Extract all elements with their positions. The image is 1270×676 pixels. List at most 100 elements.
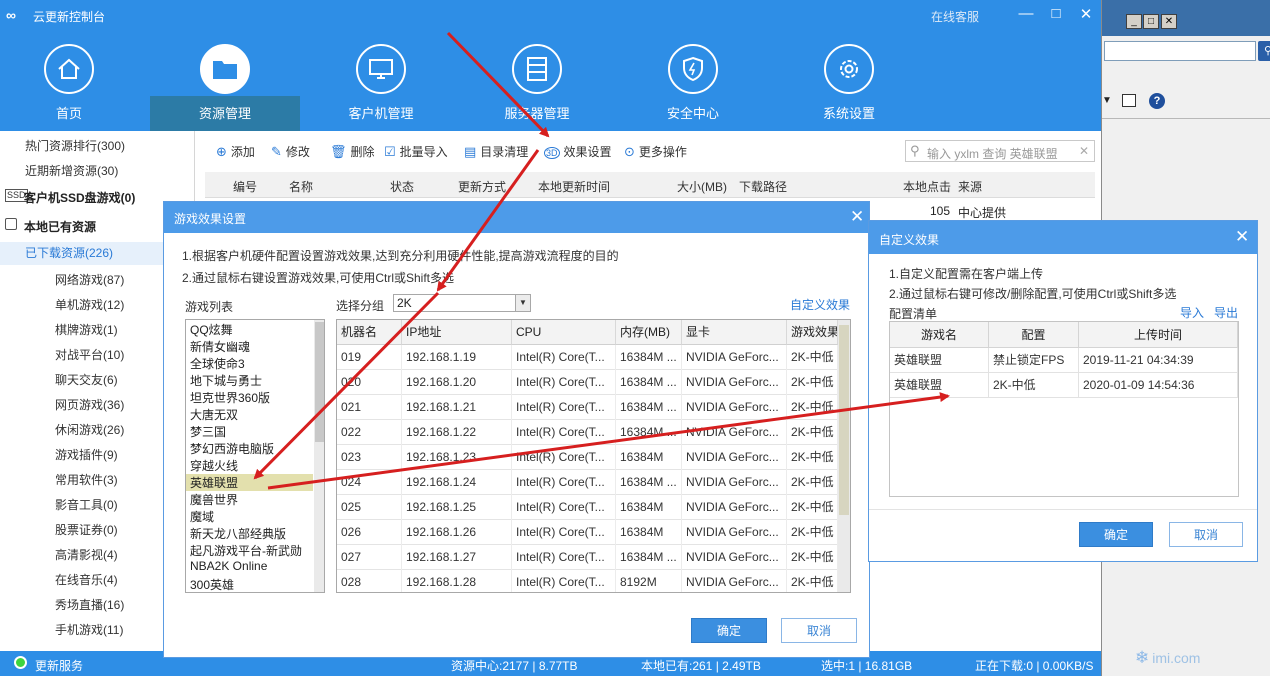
- table-row[interactable]: 026 192.168.1.26 Intel(R) Core(T... 16384M N…: [337, 520, 838, 545]
- sidebar-item-chat[interactable]: 聊天交友(6): [55, 371, 118, 388]
- sidebar-item-ssd[interactable]: 客户机SSD盘游戏(0): [24, 189, 135, 206]
- list-item[interactable]: 新天龙八部经典版: [190, 525, 286, 542]
- bg-window-icon[interactable]: [1122, 94, 1136, 107]
- maximize-button[interactable]: □: [1046, 5, 1066, 22]
- sidebar-item-software[interactable]: 常用软件(3): [55, 471, 118, 488]
- sidebar-item-media[interactable]: 影音工具(0): [55, 496, 118, 513]
- col-config[interactable]: 配置: [989, 322, 1079, 348]
- col-game-name[interactable]: 游戏名: [890, 322, 989, 348]
- list-item[interactable]: 300英雄: [190, 576, 234, 592]
- list-item[interactable]: 地下城与勇士: [190, 372, 262, 389]
- bg-address-input[interactable]: [1104, 41, 1256, 61]
- col-gpu[interactable]: 显卡: [682, 320, 787, 345]
- list-item[interactable]: 穿越火线: [190, 457, 238, 474]
- table-row[interactable]: 023 192.168.1.23 Intel(R) Core(T... 16384M N…: [337, 445, 838, 470]
- dialog2-cancel-button[interactable]: 取消: [1169, 522, 1243, 547]
- sidebar-item-chess[interactable]: 棋牌游戏(1): [55, 321, 118, 338]
- col-cpu[interactable]: CPU: [512, 320, 616, 345]
- sidebar-item-live[interactable]: 秀场直播(16): [55, 596, 124, 613]
- nav-resource[interactable]: 资源管理: [165, 44, 285, 122]
- close-button[interactable]: ✕: [1076, 5, 1096, 23]
- game-list-scrollbar[interactable]: [314, 320, 324, 592]
- sidebar-item-hot[interactable]: 热门资源排行(300): [25, 137, 125, 154]
- nav-client[interactable]: 客户机管理: [321, 44, 441, 122]
- delete-button[interactable]: 🗑 删除: [330, 143, 375, 160]
- sidebar-item-battle[interactable]: 对战平台(10): [55, 346, 124, 363]
- help-icon[interactable]: ?: [1149, 93, 1165, 109]
- machine-table-scrollbar[interactable]: [838, 320, 850, 592]
- table-row[interactable]: 027 192.168.1.27 Intel(R) Core(T... 16384M …: [337, 545, 838, 570]
- scrollbar-thumb[interactable]: [315, 322, 324, 442]
- sidebar-item-music[interactable]: 在线音乐(4): [55, 571, 118, 588]
- table-row[interactable]: 024 192.168.1.24 Intel(R) Core(T... 16384M …: [337, 470, 838, 495]
- sidebar-item-web-games[interactable]: 网页游戏(36): [55, 396, 124, 413]
- sidebar-item-hd-video[interactable]: 高清影视(4): [55, 546, 118, 563]
- dialog2-ok-button[interactable]: 确定: [1079, 522, 1153, 547]
- sidebar-item-casual[interactable]: 休闲游戏(26): [55, 421, 124, 438]
- sidebar-item-recent[interactable]: 近期新增资源(30): [25, 162, 118, 179]
- batch-import-button[interactable]: ☑ 批量导入: [384, 143, 448, 160]
- bg-minimize-button[interactable]: _: [1126, 14, 1142, 29]
- sidebar-item-plugins[interactable]: 游戏插件(9): [55, 446, 118, 463]
- scrollbar-thumb[interactable]: [839, 325, 849, 515]
- list-item[interactable]: 魔域: [190, 508, 214, 525]
- col-local-update-time[interactable]: 本地更新时间: [538, 178, 610, 195]
- bg-dropdown-icon[interactable]: ▼: [1102, 95, 1112, 106]
- list-item[interactable]: 坦克世界360版: [190, 389, 270, 406]
- ok-button[interactable]: 确定: [691, 618, 767, 643]
- list-item[interactable]: 大唐无双: [190, 406, 238, 423]
- search-input[interactable]: ⚲ 输入 yxlm 查询 英雄联盟 ✕: [905, 140, 1095, 162]
- edit-button[interactable]: ✎ 修改: [271, 143, 310, 160]
- bg-search-icon[interactable]: ⚲: [1258, 41, 1270, 61]
- nav-home[interactable]: 首页: [9, 44, 129, 122]
- bg-close-button[interactable]: ✕: [1161, 14, 1177, 29]
- list-item[interactable]: 新倩女幽魂: [190, 338, 250, 355]
- col-name[interactable]: 名称: [289, 178, 313, 195]
- table-row[interactable]: 022 192.168.1.22 Intel(R) Core(T... 16384M …: [337, 420, 838, 445]
- list-item[interactable]: QQ炫舞: [190, 321, 233, 338]
- col-upload-time[interactable]: 上传时间: [1079, 322, 1238, 348]
- more-actions-button[interactable]: ⊙ 更多操作: [624, 143, 687, 160]
- sidebar-item-online-games[interactable]: 网络游戏(87): [55, 271, 124, 288]
- col-status[interactable]: 状态: [390, 178, 414, 195]
- nav-security[interactable]: 安全中心: [633, 44, 753, 122]
- sidebar-item-local[interactable]: 本地已有资源: [24, 218, 96, 235]
- table-row[interactable]: 020 192.168.1.20 Intel(R) Core(T... 16384M …: [337, 370, 838, 395]
- col-memory[interactable]: 内存(MB): [616, 320, 682, 345]
- update-service-label[interactable]: 更新服务: [35, 657, 83, 674]
- col-id[interactable]: 编号: [233, 178, 257, 195]
- online-service-link[interactable]: 在线客服: [931, 8, 979, 25]
- list-item[interactable]: 魔兽世界: [190, 491, 238, 508]
- dialog2-close-icon[interactable]: ✕: [1235, 227, 1249, 247]
- sidebar-item-stocks[interactable]: 股票证券(0): [55, 521, 118, 538]
- nav-settings[interactable]: 系统设置: [789, 44, 909, 122]
- table-row[interactable]: 英雄联盟 禁止锁定FPS 2019-11-21 04:34:39: [890, 348, 1238, 373]
- sidebar-item-mobile[interactable]: 手机游戏(11): [55, 621, 123, 638]
- cancel-button[interactable]: 取消: [781, 618, 857, 643]
- col-clicks[interactable]: 本地点击: [903, 178, 951, 195]
- search-clear-icon[interactable]: ✕: [1079, 144, 1089, 158]
- table-row[interactable]: 英雄联盟 2K-中低 2020-01-09 14:54:36: [890, 373, 1238, 398]
- group-select[interactable]: 2K ▼: [393, 294, 531, 312]
- sidebar-item-single-games[interactable]: 单机游戏(12): [55, 296, 124, 313]
- list-item[interactable]: NBA2K Online: [190, 559, 267, 573]
- col-ip[interactable]: IP地址: [402, 320, 512, 345]
- table-row[interactable]: 019 192.168.1.19 Intel(R) Core(T... 16384M …: [337, 345, 838, 370]
- game-list[interactable]: QQ炫舞 新倩女幽魂 全球使命3 地下城与勇士 坦克世界360版 大唐无双 梦三…: [185, 319, 325, 593]
- effect-settings-button[interactable]: 3D 效果设置: [544, 143, 612, 160]
- dir-clean-button[interactable]: ▤ 目录清理: [464, 143, 528, 160]
- col-machine[interactable]: 机器名: [337, 320, 402, 345]
- list-item[interactable]: 起凡游戏平台-新武勋: [190, 542, 302, 559]
- col-path[interactable]: 下载路径: [739, 178, 787, 195]
- add-button[interactable]: ⊕ 添加: [216, 143, 255, 160]
- list-item-selected[interactable]: 英雄联盟: [186, 474, 313, 491]
- table-row[interactable]: 021 192.168.1.21 Intel(R) Core(T... 16384M …: [337, 395, 838, 420]
- bg-maximize-button[interactable]: □: [1143, 14, 1159, 29]
- export-link[interactable]: 导出: [1214, 304, 1238, 321]
- list-item[interactable]: 梦幻西游电脑版: [190, 440, 274, 457]
- col-effect[interactable]: 游戏效果: [787, 320, 838, 345]
- list-item[interactable]: 梦三国: [190, 423, 226, 440]
- minimize-button[interactable]: —: [1016, 5, 1036, 22]
- import-link[interactable]: 导入: [1180, 304, 1204, 321]
- nav-server[interactable]: 服务器管理: [477, 44, 597, 122]
